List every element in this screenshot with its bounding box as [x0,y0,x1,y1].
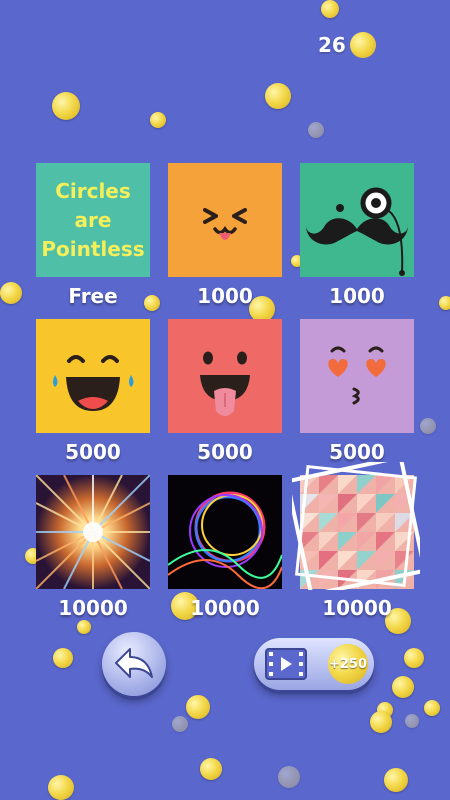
coin-decoration [150,112,166,128]
reward-coin-badge: +250 [328,644,368,684]
coin-counter: 26 [318,30,376,60]
coin-decoration [0,282,22,304]
skin-tile-squint-tongue-face[interactable] [168,163,282,277]
skin-price: 1000 [197,284,253,308]
skin-price: Free [68,284,118,308]
light-burst-icon [36,475,150,589]
coin-decoration [53,648,73,668]
skin-tile-heart-eyes-kiss-face[interactable] [300,319,414,433]
coin-decoration [420,418,436,434]
back-arrow-icon [115,648,153,678]
film-play-icon [265,648,307,680]
laughing-tears-face-icon [53,355,134,411]
skin-price: 5000 [329,440,385,464]
tongue-out-face-icon [200,351,250,416]
coin-decoration [172,716,188,732]
coin-decoration [77,620,91,634]
pastel-triangles-icon [300,475,414,589]
coin-decoration [392,676,414,698]
watch-video-button[interactable]: +250 [254,638,374,690]
coin-decoration [424,700,440,716]
skin-tile-light-burst[interactable] [36,475,150,589]
heart-eyes-kiss-face-icon [328,346,386,405]
skin-tile-tongue-out-face[interactable] [168,319,282,433]
neon-ring-icon [168,491,282,589]
skin-tile-mustache-monocle[interactable] [300,163,414,277]
skin-price: 10000 [58,596,128,620]
skin-tile-circles-are-pointless[interactable]: Circles are Pointless [36,163,150,277]
coin-decoration [404,648,424,668]
coin-decoration [48,775,74,800]
coin-decoration [384,768,408,792]
squint-tongue-face-icon [203,208,247,240]
skin-price: 1000 [329,284,385,308]
skin-price: 5000 [197,440,253,464]
skin-text-line: are [74,207,112,232]
skin-text-line: Pointless [41,236,145,261]
coin-decoration [200,758,222,780]
skin-price: 10000 [190,596,260,620]
coin-decoration [265,83,291,109]
coin-decoration [186,695,210,719]
coin-decoration [52,92,80,120]
reward-label: +250 [328,656,368,672]
coin-decoration [308,122,324,138]
skin-tile-pastel-triangles[interactable] [300,475,414,589]
coin-decoration [278,766,300,788]
skin-tile-neon-ring[interactable] [168,475,282,589]
skin-price: 5000 [65,440,121,464]
back-button[interactable] [102,632,166,696]
skin-price: 10000 [322,596,392,620]
coin-decoration [405,714,419,728]
mustache-monocle-icon [306,187,408,276]
skin-tile-laughing-tears-face[interactable] [36,319,150,433]
skin-text-line: Circles [55,178,131,203]
coin-icon [349,32,376,58]
coin-decoration [321,0,339,18]
coin-decoration [370,711,392,733]
coin-decoration [439,296,450,310]
coin-count: 26 [318,33,346,57]
